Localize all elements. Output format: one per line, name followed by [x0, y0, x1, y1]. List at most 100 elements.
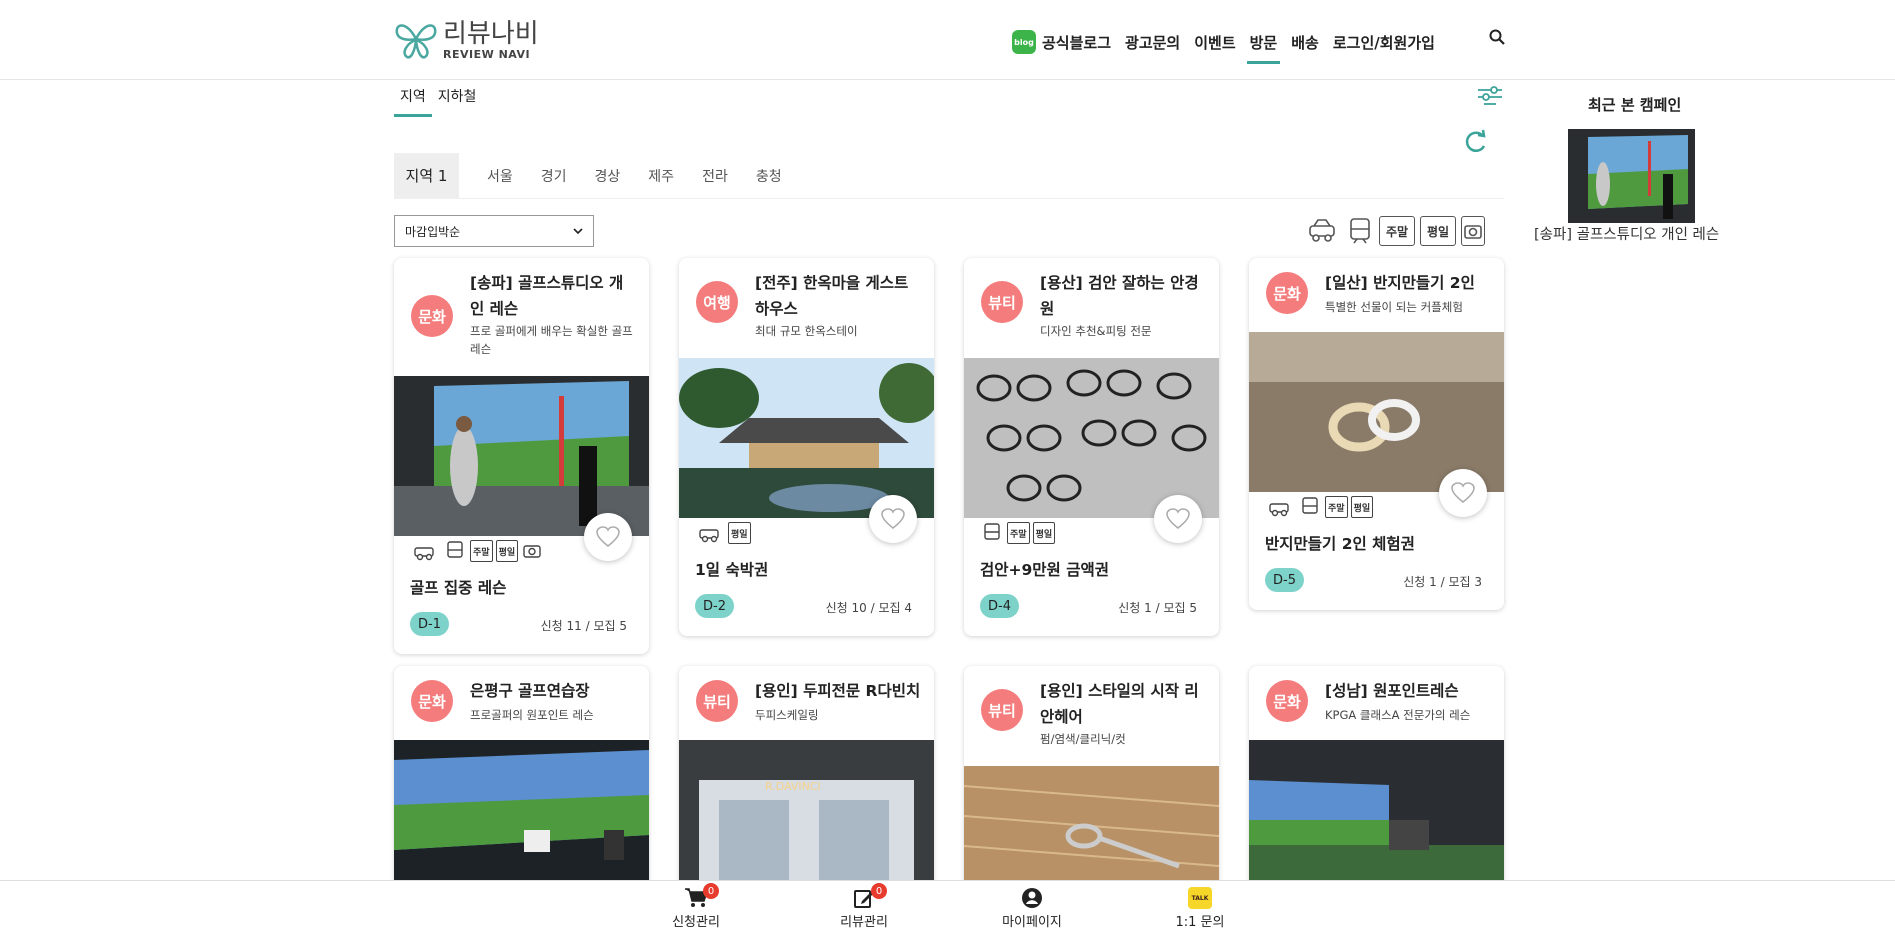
bottom-nav-reviews[interactable]: 0 리뷰관리 [819, 883, 909, 930]
region-chungcheong[interactable]: 충청 [756, 166, 782, 186]
weekend-icon: 주말 [1379, 216, 1415, 246]
like-button[interactable] [584, 513, 632, 561]
category-badge: 문화 [411, 295, 453, 337]
filter-tabs: 지역 지하철 [394, 82, 482, 117]
campaign-card[interactable]: 문화 은평구 골프연습장 프로골퍼의 원포인트 레슨 [394, 666, 649, 906]
dday-badge: D-2 [695, 594, 734, 618]
campaign-card[interactable]: 뷰티 [용인] 두피전문 R다빈치 두피스케일링 R.DAVINCI [679, 666, 934, 906]
like-button[interactable] [1154, 495, 1202, 543]
recent-campaign-thumbnail[interactable] [1568, 129, 1695, 223]
region-gyeonggi[interactable]: 경기 [541, 166, 567, 186]
card-subtitle: KPGA 클래스A 전문가의 레슨 [1325, 708, 1471, 722]
icon-legend: 주말 평일 [1305, 216, 1485, 246]
camera-icon [521, 540, 543, 562]
card-title: [송파] 골프스튜디오 개인 레슨 [470, 274, 624, 318]
tab-subway[interactable]: 지하철 [432, 82, 483, 117]
card-tags: 주말 평일 [1265, 496, 1374, 518]
card-title: [용인] 두피전문 R다빈치 [755, 682, 921, 700]
card-subtitle: 디자인 추천&피팅 전문 [1040, 324, 1152, 338]
region-level-label: 지역 1 [394, 152, 459, 199]
heart-icon [1166, 508, 1190, 529]
tab-region[interactable]: 지역 [394, 82, 432, 117]
subway-icon [1346, 216, 1374, 246]
campaign-card[interactable]: 뷰티 [용산] 검안 잘하는 안경원 디자인 추천&피팅 전문 주말 평일 검안… [964, 258, 1219, 636]
campaign-card[interactable]: 문화 [일산] 반지만들기 2인 특별한 선물이 되는 커플체험 주말 평일 반… [1249, 258, 1504, 610]
card-image [1249, 332, 1504, 492]
product-name: 1일 숙박권 [695, 561, 769, 579]
campaign-card[interactable]: 뷰티 [용인] 스타일의 시작 리안헤어 펌/염색/클리닉/컷 [964, 666, 1219, 906]
card-title: 은평구 골프연습장 [470, 682, 590, 700]
logo-korean: 리뷰나비 [443, 18, 539, 49]
category-badge: 문화 [1266, 272, 1308, 314]
car-icon [410, 540, 440, 562]
card-subtitle: 프로 골퍼에게 배우는 확실한 골프 레슨 [470, 324, 633, 356]
filter-settings-icon[interactable] [1476, 84, 1504, 110]
bottom-nav-label: 1:1 문의 [1175, 915, 1225, 930]
site-header: 리뷰나비 REVIEW NAVI blog 공식블로그 광고문의 이벤트 방문 … [0, 0, 1895, 80]
bottom-nav-label: 마이페이지 [1002, 915, 1062, 930]
category-badge: 뷰티 [981, 689, 1023, 731]
region-jeolla[interactable]: 전라 [702, 166, 728, 186]
sort-value: 마감입박순 [405, 224, 461, 239]
kakaotalk-icon: TALK [1188, 887, 1212, 909]
nav-visit[interactable]: 방문 [1243, 24, 1285, 64]
sort-select[interactable]: 마감입박순 [394, 215, 594, 247]
storefront-sign: R.DAVINCI [765, 780, 821, 793]
bottom-nav-mypage[interactable]: 마이페이지 [987, 885, 1077, 930]
weekday-tag: 평일 [728, 522, 751, 544]
card-image [679, 358, 934, 518]
region-gyeongsang[interactable]: 경상 [595, 166, 621, 186]
like-button[interactable] [1439, 469, 1487, 517]
bottom-nav-inquiry[interactable]: TALK 1:1 문의 [1155, 885, 1245, 930]
applicant-count: 신청 11 / 모집 5 [540, 619, 627, 633]
weekday-tag: 평일 [495, 540, 519, 562]
product-name: 골프 집중 레슨 [410, 579, 507, 597]
campaign-card[interactable]: 여행 [전주] 한옥마을 게스트하우스 최대 규모 한옥스테이 평일 1일 숙박… [679, 258, 934, 636]
blog-icon: blog [1012, 30, 1036, 54]
weekend-tag: 주말 [1007, 522, 1030, 544]
car-icon [1305, 216, 1341, 246]
heart-icon [1451, 482, 1475, 503]
logo-english: REVIEW NAVI [443, 47, 531, 61]
bottom-nav-applications[interactable]: 0 신청관리 [651, 883, 741, 930]
reviews-count: 0 [871, 883, 887, 899]
logo[interactable]: 리뷰나비 REVIEW NAVI [393, 18, 543, 62]
campaign-card[interactable]: 문화 [성남] 원포인트레슨 KPGA 클래스A 전문가의 레슨 [1249, 666, 1504, 906]
dday-badge: D-4 [980, 594, 1019, 618]
region-jeju[interactable]: 제주 [648, 166, 674, 186]
weekend-tag: 주말 [1325, 496, 1348, 518]
card-title: [성남] 원포인트레슨 [1325, 682, 1459, 700]
like-button[interactable] [869, 495, 917, 543]
card-title: [용산] 검안 잘하는 안경원 [1040, 274, 1199, 318]
card-image: R.DAVINCI [679, 740, 934, 900]
category-badge: 문화 [411, 680, 453, 722]
user-icon [1022, 888, 1042, 908]
chevron-down-icon [573, 228, 583, 235]
weekday-icon: 평일 [1420, 216, 1456, 246]
nav-login[interactable]: 로그인/회원가입 [1326, 24, 1442, 60]
camera-icon [1461, 216, 1485, 246]
recent-campaign-caption[interactable]: [송파] 골프스튜디오 개인 레슨 [1534, 223, 1719, 244]
search-icon[interactable] [1488, 28, 1506, 46]
refresh-icon[interactable] [1463, 128, 1489, 154]
category-badge: 뷰티 [696, 680, 738, 722]
card-subtitle: 프로골퍼의 원포인트 레슨 [470, 708, 594, 722]
car-icon [1265, 496, 1295, 518]
category-badge: 문화 [1266, 680, 1308, 722]
card-subtitle: 특별한 선물이 되는 커플체험 [1325, 300, 1463, 314]
nav-ad-inquiry[interactable]: 광고문의 [1118, 24, 1187, 60]
bottom-nav-label: 리뷰관리 [840, 915, 888, 930]
applicant-count: 신청 1 / 모집 3 [1403, 575, 1482, 589]
category-badge: 여행 [696, 281, 738, 323]
region-seoul[interactable]: 서울 [487, 166, 513, 186]
dday-badge: D-1 [410, 612, 449, 636]
card-title: [일산] 반지만들기 2인 [1325, 274, 1475, 292]
weekday-tag: 평일 [1350, 496, 1374, 518]
card-title: [용인] 스타일의 시작 리안헤어 [1040, 682, 1199, 726]
nav-blog-label: 공식블로그 [1042, 33, 1112, 52]
nav-event[interactable]: 이벤트 [1187, 24, 1242, 60]
nav-blog[interactable]: blog 공식블로그 [1005, 24, 1118, 60]
campaign-card[interactable]: 문화 [송파] 골프스튜디오 개인 레슨 프로 골퍼에게 배우는 확실한 골프 … [394, 258, 649, 654]
subway-icon [980, 522, 1004, 544]
nav-delivery[interactable]: 배송 [1284, 24, 1326, 60]
